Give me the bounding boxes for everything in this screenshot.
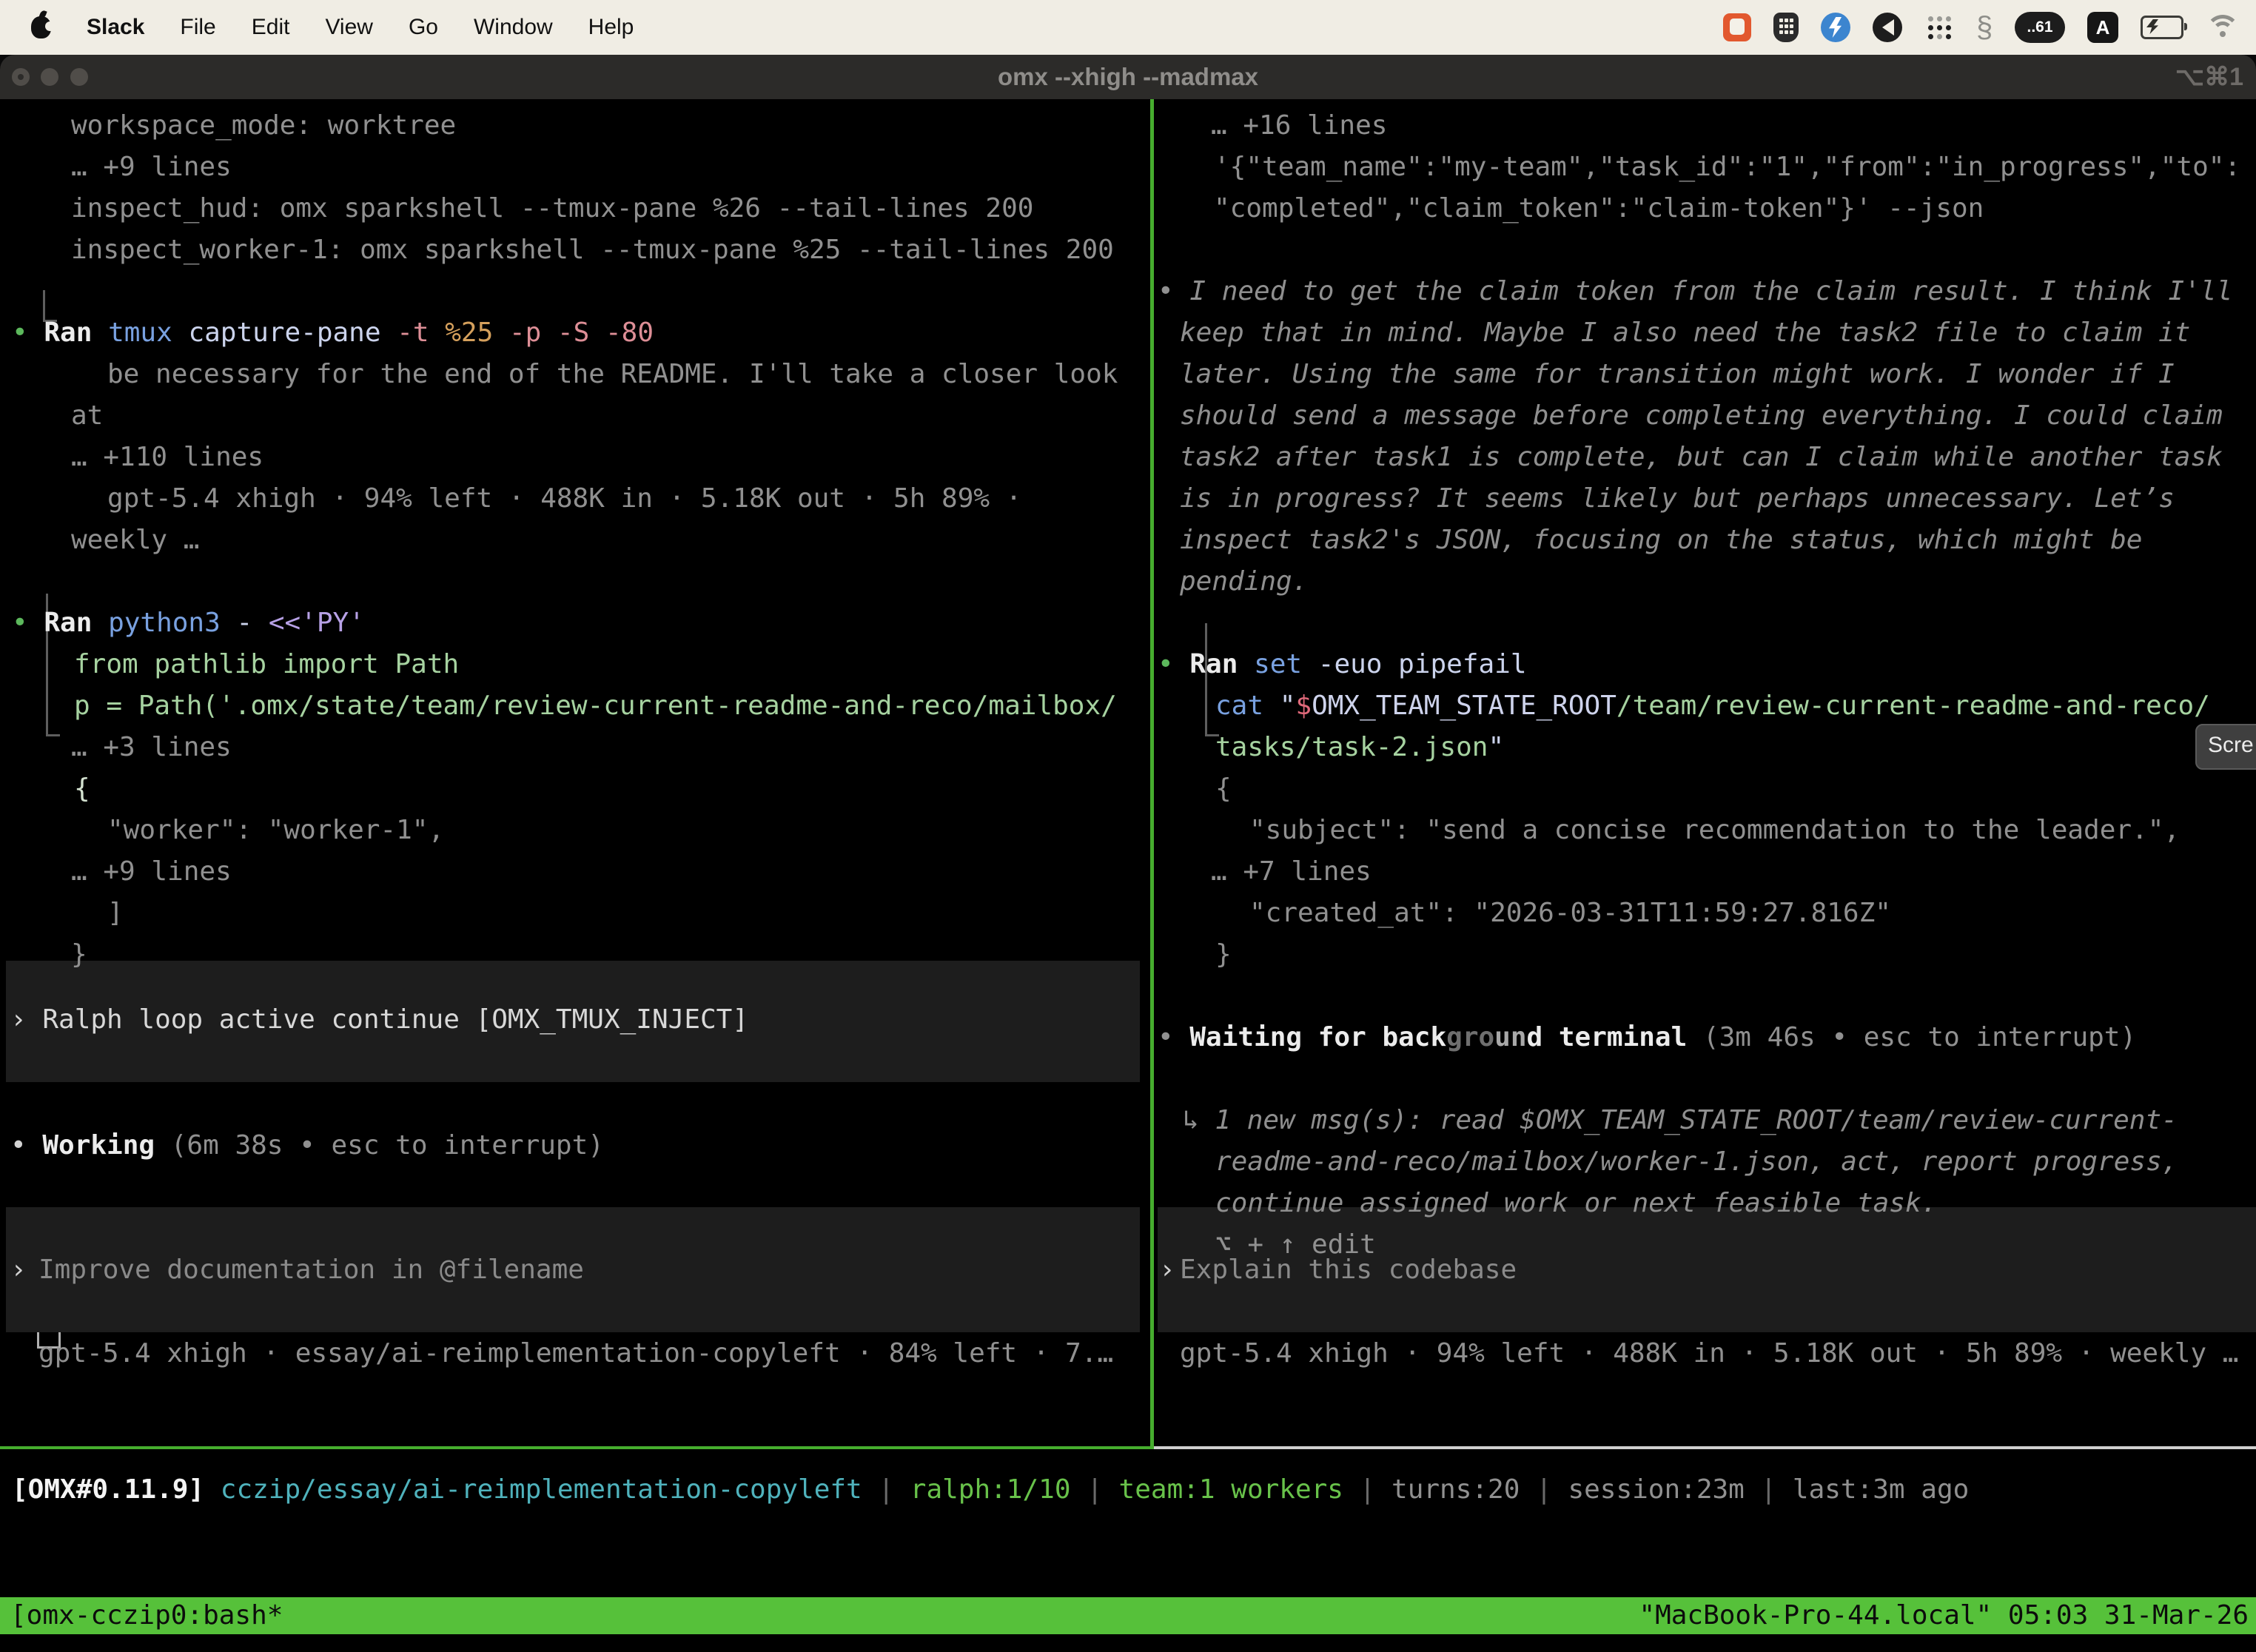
wifi-icon[interactable] [2206, 15, 2240, 40]
terminal-line: } [71, 934, 87, 976]
menu-item-window[interactable]: Window [474, 15, 553, 40]
terminal-line: inspect task2's JSON, focusing on the st… [1180, 520, 2142, 561]
terminal-line: Improve documentation in @filename [38, 1249, 584, 1291]
squiggle-icon[interactable]: § [1976, 11, 1993, 44]
chat-icon[interactable] [1723, 13, 1751, 41]
menu-item-help[interactable]: Help [588, 15, 634, 40]
play-icon[interactable] [1873, 13, 1902, 42]
terminal-line: … +7 lines [1211, 851, 1372, 893]
terminal-line: } [1215, 934, 1232, 976]
terminal-line: is in progress? It seems likely but perh… [1180, 478, 2175, 520]
menu-item-edit[interactable]: Edit [252, 15, 290, 40]
terminal-line: "created_at": "2026-03-31T11:59:27.816Z" [1249, 893, 1891, 934]
terminal-line: • Ran tmux capture-pane -t %25 -p -S -80 [12, 312, 654, 354]
terminal-line: readme-and-reco/mailbox/worker-1.json, a… [1215, 1141, 2178, 1183]
menu-item-slack[interactable]: Slack [87, 15, 144, 40]
terminal-line: inspect_worker-1: omx sparkshell --tmux-… [71, 229, 1114, 271]
terminal-line: … +110 lines [71, 437, 263, 478]
menu-bar: Slack File Edit View Go Window Help § ..61 A [0, 0, 2256, 55]
grid-shield-icon[interactable] [1773, 13, 1799, 42]
terminal-line: • Working (6m 38s • esc to interrupt) [10, 1125, 604, 1166]
terminal: Scre [OMX#0.11.9] cczip/essay/ai-reimple… [0, 55, 2256, 1652]
menu-items: Slack File Edit View Go Window Help [87, 15, 634, 40]
terminal-line: • I need to get the claim token from the… [1158, 271, 2232, 312]
terminal-line: be necessary for the end of the README. … [107, 354, 1118, 395]
tmux-session-label: [omx-cczip0:bash* [0, 1597, 283, 1634]
terminal-line: … +9 lines [71, 851, 232, 893]
terminal-line: … +16 lines [1211, 105, 1387, 147]
terminal-line: tasks/task-2.json" [1215, 727, 1504, 768]
terminal-line: gpt-5.4 xhigh · essay/ai-reimplementatio… [38, 1333, 1113, 1374]
terminal-line: '{"team_name":"my-team","task_id":"1","f… [1214, 147, 2240, 188]
zap-icon[interactable] [1821, 13, 1850, 42]
terminal-line: gpt-5.4 xhigh · 94% left · 488K in · 5.1… [107, 478, 1021, 520]
battery-icon[interactable] [2141, 16, 2183, 39]
apple-menu-icon[interactable] [31, 16, 51, 38]
terminal-line: continue assigned work or next feasible … [1215, 1183, 1937, 1224]
pane-divider[interactable] [1150, 99, 1154, 1449]
menu-item-go[interactable]: Go [409, 15, 438, 40]
terminal-line: later. Using the same for transition mig… [1180, 354, 2175, 395]
menu-status-icons: § ..61 A [1723, 11, 2256, 44]
terminal-line: … +3 lines [71, 727, 232, 768]
terminal-line: inspect_hud: omx sparkshell --tmux-pane … [71, 188, 1033, 229]
hud-status-line: [OMX#0.11.9] cczip/essay/ai-reimplementa… [12, 1469, 1969, 1511]
terminal-line: pending. [1180, 561, 1308, 602]
terminal-line: Explain this codebase [1180, 1249, 1517, 1291]
terminal-line: "subject": "send a concise recommendatio… [1249, 810, 2180, 851]
tmux-status-bar: [omx-cczip0:bash* "MacBook-Pro-44.local"… [0, 1597, 2256, 1634]
terminal-line: › [1159, 1249, 1175, 1291]
dots-grid-icon[interactable] [1924, 13, 1954, 42]
terminal-line: should send a message before completing … [1180, 395, 2223, 437]
terminal-line: ↳ 1 new msg(s): read $OMX_TEAM_STATE_ROO… [1183, 1100, 2178, 1141]
terminal-line: • Waiting for background terminal (3m 46… [1158, 1017, 2136, 1058]
tmux-host-clock: "MacBook-Pro-44.local" 05:03 31-Mar-26 [1639, 1597, 2256, 1634]
terminal-line: "worker": "worker-1", [107, 810, 444, 851]
terminal-line: workspace_mode: worktree [71, 105, 456, 147]
terminal-line: p = Path('.omx/state/team/review-current… [74, 685, 1117, 727]
a-square-icon[interactable]: A [2087, 12, 2118, 43]
screen-tooltip: Scre [2195, 724, 2256, 770]
terminal-line: { [1215, 768, 1232, 810]
terminal-line: • Ran python3 - <<'PY' [12, 602, 365, 644]
right-pane-border [1154, 1446, 2256, 1449]
terminal-line: gpt-5.4 xhigh · 94% left · 488K in · 5.1… [1180, 1333, 2238, 1374]
terminal-line: "completed","claim_token":"claim-token"}… [1214, 188, 1984, 229]
terminal-line: { [74, 768, 90, 810]
terminal-line: … +9 lines [71, 147, 232, 188]
terminal-line: cat "$OMX_TEAM_STATE_ROOT/team/review-cu… [1215, 685, 2210, 727]
terminal-line: weekly … [71, 520, 199, 561]
terminal-line: ] [107, 893, 124, 934]
terminal-line: at [71, 395, 103, 437]
terminal-line: from pathlib import Path [74, 644, 459, 685]
terminal-line: › Ralph loop active continue [OMX_TMUX_I… [10, 999, 748, 1041]
menu-left: Slack File Edit View Go Window Help [0, 15, 634, 40]
terminal-line: keep that in mind. Maybe I also need the… [1180, 312, 2190, 354]
menu-item-view[interactable]: View [325, 15, 372, 40]
terminal-line: task2 after task1 is complete, but can I… [1180, 437, 2223, 478]
left-pane-border [0, 1446, 1150, 1449]
menu-item-file[interactable]: File [180, 15, 215, 40]
terminal-line: • Ran set -euo pipefail [1158, 644, 1527, 685]
count-badge[interactable]: ..61 [2015, 12, 2065, 43]
terminal-line: › [10, 1249, 27, 1291]
